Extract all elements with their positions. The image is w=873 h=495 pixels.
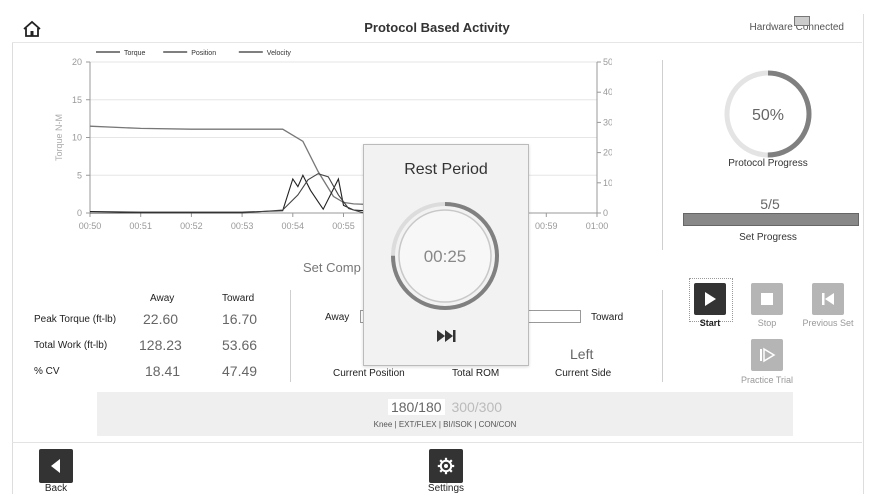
rest-period-title: Rest Period <box>404 161 488 178</box>
series-line-torque <box>89 174 375 213</box>
y-left-tick-label: 15 <box>72 95 82 105</box>
page-title: Protocol Based Activity <box>364 20 510 35</box>
y-right-tick-label: 100 <box>603 178 612 188</box>
gear-icon <box>437 457 455 475</box>
reps-current: 180/180 <box>387 399 445 415</box>
right-divider-top <box>662 60 663 250</box>
footer-bar: Back Settings <box>12 442 862 495</box>
y-right-tick-label: 200 <box>603 148 612 158</box>
y-right-tick-label: 500 <box>603 57 612 67</box>
stat-toward-cv: 47.49 <box>222 363 258 379</box>
rest-period-modal: Rest Period 00:25 <box>363 144 529 366</box>
stat-label-peak-torque: Peak Torque (ft-lb) <box>34 314 117 325</box>
stat-label-cv: % CV <box>34 366 60 377</box>
y-right-tick-label: 300 <box>603 117 612 127</box>
stat-toward-total-work: 53.66 <box>222 337 258 353</box>
protocol-progress-ring: 50% <box>724 70 812 158</box>
back-label: Back <box>44 483 68 494</box>
rep-counts: 180/180 300/300 <box>377 399 513 415</box>
y-right-tick-label: 0 <box>603 208 608 218</box>
hardware-status: Hardware Connected <box>750 16 844 33</box>
total-rom-label: Total ROM <box>452 368 500 379</box>
stop-button[interactable] <box>751 283 783 315</box>
x-tick-label: 00:54 <box>282 221 305 231</box>
x-tick-label: 00:52 <box>180 221 203 231</box>
stop-label: Stop <box>757 318 777 328</box>
stat-toward-peak-torque: 16.70 <box>222 311 258 327</box>
previous-set-label: Previous Set <box>802 318 854 328</box>
protocol-progress-label: Protocol Progress <box>728 158 808 169</box>
set-progress-bar <box>683 213 859 226</box>
fast-forward-icon <box>437 330 456 342</box>
x-tick-label: 00:51 <box>129 221 152 231</box>
stat-away-peak-torque: 22.60 <box>143 311 179 327</box>
protocol-progress-value: 50% <box>752 107 784 124</box>
rep-summary-strip: 180/180 300/300 Knee | EXT/FLEX | BI/ISO… <box>97 392 793 436</box>
stats-header-toward: Toward <box>222 293 255 304</box>
settings-label: Settings <box>427 483 465 494</box>
stats-header-away: Away <box>150 293 175 304</box>
start-label: Start <box>699 318 721 328</box>
stat-away-cv: 18.41 <box>145 363 181 379</box>
rom-bar-right <box>524 310 581 323</box>
current-side-label: Current Side <box>555 368 612 379</box>
previous-set-button[interactable] <box>812 283 844 315</box>
legend-label: Velocity <box>267 50 292 57</box>
stats-divider <box>290 290 291 382</box>
back-button[interactable] <box>39 449 73 483</box>
skip-rest-button[interactable] <box>434 327 458 345</box>
back-arrow-icon <box>51 459 60 473</box>
y-left-tick-label: 10 <box>72 133 82 143</box>
protocol-description: Knee | EXT/FLEX | BI/ISOK | CON/CON <box>373 420 517 429</box>
current-position-label: Current Position <box>333 368 405 379</box>
play-icon <box>705 292 716 306</box>
stat-label-total-work: Total Work (ft-lb) <box>34 340 108 351</box>
hardware-icon <box>794 16 810 26</box>
x-tick-label: 01:00 <box>586 221 609 231</box>
right-divider-bottom <box>662 290 663 382</box>
x-tick-label: 00:53 <box>231 221 254 231</box>
set-complete-text: Set Comp <box>303 260 361 275</box>
y-left-tick-label: 5 <box>77 170 82 180</box>
set-progress-label: Set Progress <box>739 232 797 243</box>
practice-play-icon <box>760 347 776 363</box>
stat-away-total-work: 128.23 <box>139 337 182 353</box>
practice-trial-button[interactable] <box>751 339 783 371</box>
practice-trial-label: Practice Trial <box>740 375 793 385</box>
x-tick-label: 00:50 <box>79 221 102 231</box>
top-bar: Protocol Based Activity Hardware Connect… <box>12 14 862 43</box>
rom-away-label: Away <box>325 312 350 323</box>
legend-label: Position <box>191 50 216 57</box>
skip-back-icon <box>822 293 834 305</box>
rom-toward-label: Toward <box>591 312 624 323</box>
rest-countdown-ring: 00:25 <box>391 202 499 310</box>
x-tick-label: 00:59 <box>535 221 558 231</box>
reps-total: 300/300 <box>451 399 503 415</box>
x-tick-label: 00:55 <box>332 221 355 231</box>
settings-button[interactable] <box>429 449 463 483</box>
y-left-axis-label: Torque N-M <box>54 114 64 161</box>
stop-icon <box>761 293 773 305</box>
legend-label: Torque <box>124 50 146 57</box>
set-progress-value: 5/5 <box>760 196 780 212</box>
y-left-tick-label: 20 <box>72 57 82 67</box>
y-right-tick-label: 400 <box>603 87 612 97</box>
y-left-tick-label: 0 <box>77 208 82 218</box>
rest-countdown-value: 00:25 <box>424 247 467 266</box>
current-side-value: Left <box>570 346 594 362</box>
start-button[interactable] <box>694 283 726 315</box>
